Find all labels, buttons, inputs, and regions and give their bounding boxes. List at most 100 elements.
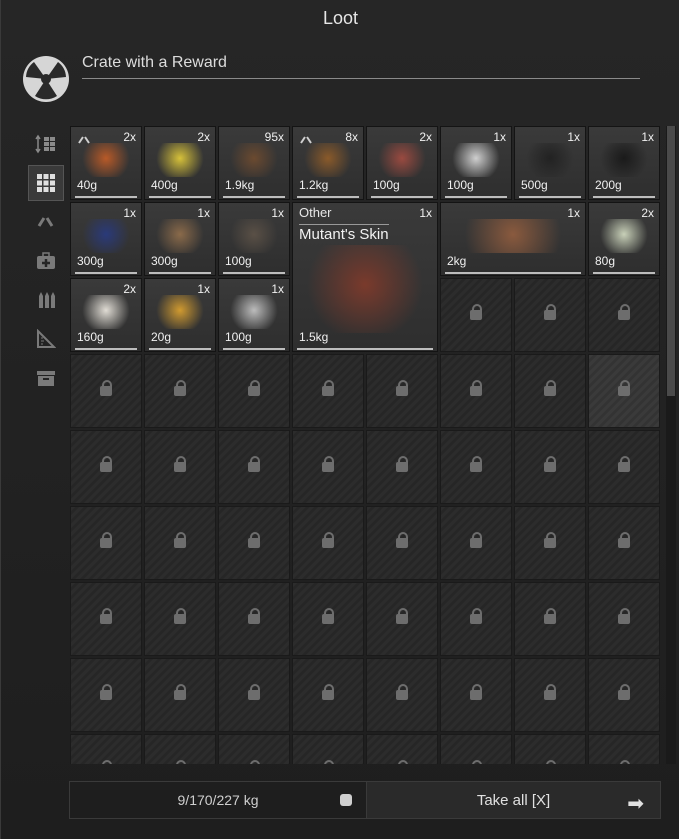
loot-window: Loot Crate with a Reward 2x 40g 2x 400g … <box>0 0 679 839</box>
item-quantity: 95x <box>264 130 284 144</box>
item-weight: 300g <box>77 254 104 268</box>
item-capacitor[interactable]: 1x 200g <box>588 126 660 200</box>
sort-icon[interactable] <box>28 126 64 162</box>
locked-slot[interactable] <box>588 430 660 504</box>
locked-slot[interactable] <box>70 430 142 504</box>
link-icon <box>299 132 313 144</box>
item-weight: 20g <box>151 330 172 344</box>
locked-slot[interactable] <box>440 354 512 428</box>
item-condition-bar <box>149 272 211 274</box>
scrollbar[interactable] <box>666 126 676 764</box>
locked-slot[interactable] <box>218 354 290 428</box>
locked-slot[interactable] <box>588 734 660 764</box>
locked-slot[interactable] <box>514 354 586 428</box>
locked-slot[interactable] <box>218 430 290 504</box>
locked-slot[interactable] <box>70 734 142 764</box>
locked-slot[interactable] <box>70 354 142 428</box>
locked-slot[interactable] <box>366 734 438 764</box>
item-device[interactable]: 8x 1.2kg <box>292 126 364 200</box>
locked-slot[interactable] <box>144 506 216 580</box>
locked-slot[interactable] <box>218 734 290 764</box>
locked-slot[interactable] <box>292 582 364 656</box>
medkit-icon[interactable] <box>28 243 64 279</box>
locked-slot[interactable] <box>588 658 660 732</box>
locked-slot[interactable] <box>292 658 364 732</box>
locked-slot[interactable] <box>514 430 586 504</box>
lock-icon <box>470 684 482 700</box>
scrollbar-thumb[interactable] <box>667 126 675 396</box>
locked-slot[interactable] <box>440 506 512 580</box>
locked-slot[interactable] <box>440 658 512 732</box>
locked-slot[interactable] <box>366 658 438 732</box>
item-flask[interactable]: 1x 100g <box>218 278 290 352</box>
locked-slot[interactable] <box>144 430 216 504</box>
lock-icon <box>544 380 556 396</box>
locked-slot[interactable] <box>440 734 512 764</box>
locked-slot[interactable] <box>440 582 512 656</box>
locked-slot[interactable] <box>588 354 660 428</box>
locked-slot[interactable] <box>292 734 364 764</box>
locked-slot[interactable] <box>144 658 216 732</box>
locked-slot[interactable] <box>440 430 512 504</box>
lighter-icon <box>153 295 207 329</box>
lock-icon <box>100 380 112 396</box>
item-condition-bar <box>75 196 137 198</box>
locked-slot[interactable] <box>292 430 364 504</box>
lock-icon <box>544 456 556 472</box>
locked-slot[interactable] <box>440 278 512 352</box>
item-heat-pad[interactable]: 2x 100g <box>366 126 438 200</box>
locked-slot[interactable] <box>70 506 142 580</box>
paper-roll-icon <box>79 295 133 329</box>
item-weight: 40g <box>77 178 98 192</box>
item-condition-bar <box>297 196 359 198</box>
locked-slot[interactable] <box>366 582 438 656</box>
locked-slot[interactable] <box>588 278 660 352</box>
item-cigarette[interactable]: 2x 40g <box>70 126 142 200</box>
item-transistor[interactable]: 1x 100g <box>440 126 512 200</box>
locked-slot[interactable] <box>144 582 216 656</box>
ruler-icon[interactable] <box>28 321 64 357</box>
locked-slot[interactable] <box>218 582 290 656</box>
grid-icon[interactable] <box>28 165 64 201</box>
item-bone[interactable]: 1x 2kg <box>440 202 586 276</box>
item-money[interactable]: 2x 80g <box>588 202 660 276</box>
item-radio-box[interactable]: 1x 300g <box>144 202 216 276</box>
link-icon[interactable] <box>28 204 64 240</box>
locked-slot[interactable] <box>144 734 216 764</box>
locked-slot[interactable] <box>218 506 290 580</box>
locked-slot[interactable] <box>292 354 364 428</box>
flask-icon <box>227 295 281 329</box>
locked-slot[interactable] <box>514 506 586 580</box>
item-knife-sharpener[interactable]: 1x 500g <box>514 126 586 200</box>
lock-icon <box>322 684 334 700</box>
locked-slot[interactable] <box>144 354 216 428</box>
ammo-icon[interactable] <box>28 282 64 318</box>
item-ammo-pack[interactable]: 95x 1.9kg <box>218 126 290 200</box>
item-quantity: 1x <box>567 206 580 220</box>
lock-icon <box>248 532 260 548</box>
item-book[interactable]: 1x 300g <box>70 202 142 276</box>
knife-sharpener-icon <box>523 143 577 177</box>
item-paper-roll[interactable]: 2x 160g <box>70 278 142 352</box>
locked-slot[interactable] <box>366 354 438 428</box>
locked-slot[interactable] <box>366 430 438 504</box>
item-first-aid-kit[interactable]: 2x 400g <box>144 126 216 200</box>
locked-slot[interactable] <box>514 734 586 764</box>
locked-slot[interactable] <box>366 506 438 580</box>
locked-slot[interactable] <box>514 278 586 352</box>
locked-slot[interactable] <box>70 582 142 656</box>
locked-slot[interactable] <box>588 506 660 580</box>
item-mutant-skin[interactable]: 1x Other Mutant's Skin 1.5kg <box>292 202 438 352</box>
locked-slot[interactable] <box>292 506 364 580</box>
item-claw[interactable]: 1x 100g <box>218 202 290 276</box>
locked-slot[interactable] <box>514 658 586 732</box>
locked-slot[interactable] <box>218 658 290 732</box>
archive-icon[interactable] <box>28 360 64 396</box>
item-lighter[interactable]: 1x 20g <box>144 278 216 352</box>
take-all-button[interactable]: Take all [X] ➡ <box>366 782 660 818</box>
locked-slot[interactable] <box>588 582 660 656</box>
inventory-grid: 2x 40g 2x 400g 95x 1.9kg 8x 1.2kg 2x 100g 1x 100g 1x… <box>70 126 660 764</box>
locked-slot[interactable] <box>70 658 142 732</box>
lock-icon <box>470 380 482 396</box>
locked-slot[interactable] <box>514 582 586 656</box>
